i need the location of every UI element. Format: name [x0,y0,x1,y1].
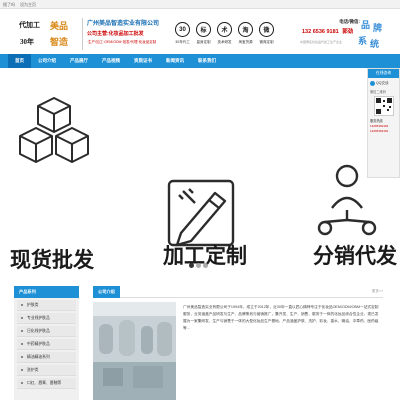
brand-char-4: 统 [370,39,380,49]
banner-caption-distribution: 分销代发 [313,245,397,268]
contact-person: 郭劲 [342,29,354,35]
nav-item-certificates[interactable]: 资质证书 [127,54,159,68]
product-category-item[interactable]: 中药精护肤品 [17,339,76,350]
company-intro-tab[interactable]: 公司介绍 [93,286,120,298]
qq-label: QQ交谈 [376,81,389,85]
logo-line2: 30年 [20,38,34,46]
brand-char-1: 品 [361,20,371,30]
service-hotline-label: 服务热线 [370,119,383,123]
slider-dots [189,263,208,268]
hotline-number-2[interactable]: 13265369181 [370,129,397,133]
feature-taobao: 淘 淘宝货源 [235,19,256,49]
cubes-icon [19,97,89,163]
feature-wechat: 微 微商定制 [256,19,277,49]
product-category-item[interactable]: 口红、唇膏、唇釉等 [17,378,76,389]
wechat-qr-label: 微信二维码 [370,90,386,94]
nav-item-contact[interactable]: 联系我们 [191,54,223,68]
feature-icons: 30 30年代工 标 量身定制 术 技术研发 淘 淘宝货源 微 微商定制 [172,19,298,49]
nav-item-videos[interactable]: 产品视频 [95,54,127,68]
contact-phone[interactable]: 132 6536 9181 郭劲 [302,27,353,35]
feature-rnd: 术 技术研发 [214,19,235,49]
slider-dot[interactable] [196,263,201,268]
logo-brand2: 智造 [50,37,69,47]
factory-photo [93,302,176,400]
site-logo[interactable]: 代加工 30年 美品 智造 [19,18,75,50]
product-category-title: 产品系列 [14,286,79,298]
phone-number[interactable]: 132 6536 9181 [302,29,339,35]
content-section: 产品系列 护肤类 专业线护肤品 日化线护肤品 中药精护肤品 精油精油系列 洗护类… [0,282,400,400]
contact-description: 中国著名化妆品代加工生产企业 [300,40,343,44]
company-services: ·生产/加工·OEM/ODM·批发/代理·化妆品定制 [87,40,157,44]
brand-char-3: 系 [358,36,368,46]
hero-banner[interactable]: 现货批发 加工定制 分销代发 [0,68,400,276]
topbar-link-brand[interactable]: 搜了吗 [3,2,15,8]
nav-item-news[interactable]: 新闻资讯 [159,54,191,68]
feature-label: 量身定制 [196,40,211,44]
nav-item-about[interactable]: 公司介绍 [31,54,63,68]
feature-label: 淘宝货源 [238,40,253,44]
feature-custom: 标 量身定制 [193,19,214,49]
feature-30-years: 30 30年代工 [172,19,193,49]
brand-char-2: 牌 [373,23,383,33]
company-info: 广州美品智造实业有限公司 公司主营:化妆品加工批发 ·生产/加工·OEM/ODM… [82,18,172,50]
feature-label: 30年代工 [175,40,190,44]
nav-item-home[interactable]: 首页 [8,54,31,68]
company-intro-panel: 公司介绍 更多>> 广州美品智造实业有限公司于1994年，成立于2012年，近3… [93,286,383,400]
product-category-item[interactable]: 护肤类 [17,300,76,311]
qr-code-icon [374,96,394,116]
company-name: 广州美品智造实业有限公司 [87,21,160,27]
slider-dot[interactable] [189,263,194,268]
flask-icon: 术 [217,22,232,37]
logo-line1: 代加工 [19,21,40,29]
slider-dot[interactable] [203,263,208,268]
product-category-panel: 产品系列 护肤类 专业线护肤品 日化线护肤品 中药精护肤品 精油精油系列 洗护类… [14,286,79,400]
topbar-link-homepage[interactable]: 设为主页 [20,2,36,8]
brand-system-text: 品 牌 系 统 [355,18,385,50]
top-bar: 搜了吗 设为主页 [0,0,400,9]
nav-item-products[interactable]: 产品展厅 [63,54,95,68]
tag-icon: 标 [196,22,211,37]
feature-label: 微商定制 [259,40,274,44]
online-consult-panel: 在线咨询 QQ交谈 微信二维码 服务热线 13265369181 1326536… [367,68,400,178]
taobao-icon: 淘 [238,22,253,37]
consult-title: 在线咨询 [368,69,399,78]
product-category-item[interactable]: 日化线护肤品 [17,326,76,337]
more-link[interactable]: 更多>> [372,289,383,294]
qq-icon [370,81,375,86]
feature-label: 技术研发 [217,40,232,44]
product-category-item[interactable]: 精油精油系列 [17,352,76,363]
product-category-item[interactable]: 专业线护肤品 [17,313,76,324]
main-nav: 首页 公司介绍 产品展厅 产品视频 资质证书 新闻资讯 联系我们 [0,54,400,68]
company-intro-header: 公司介绍 更多>> [93,286,383,298]
thirty-years-icon: 30 [175,22,190,37]
banner-caption-wholesale: 现货批发 [10,249,94,272]
wechat-icon: 微 [259,22,274,37]
logo-brand1: 美品 [50,21,69,31]
company-main-business: 公司主营:化妆品加工批发 [87,31,144,37]
company-intro-text: 广州美品智造实业有限公司于1994年，成立于2012年，近30年一直以匠心精神专… [183,305,379,330]
hotline-number-1[interactable]: 13265369181 [370,124,397,128]
qq-chat-button[interactable]: QQ交谈 [370,81,397,86]
product-category-item[interactable]: 洗护类 [17,365,76,376]
